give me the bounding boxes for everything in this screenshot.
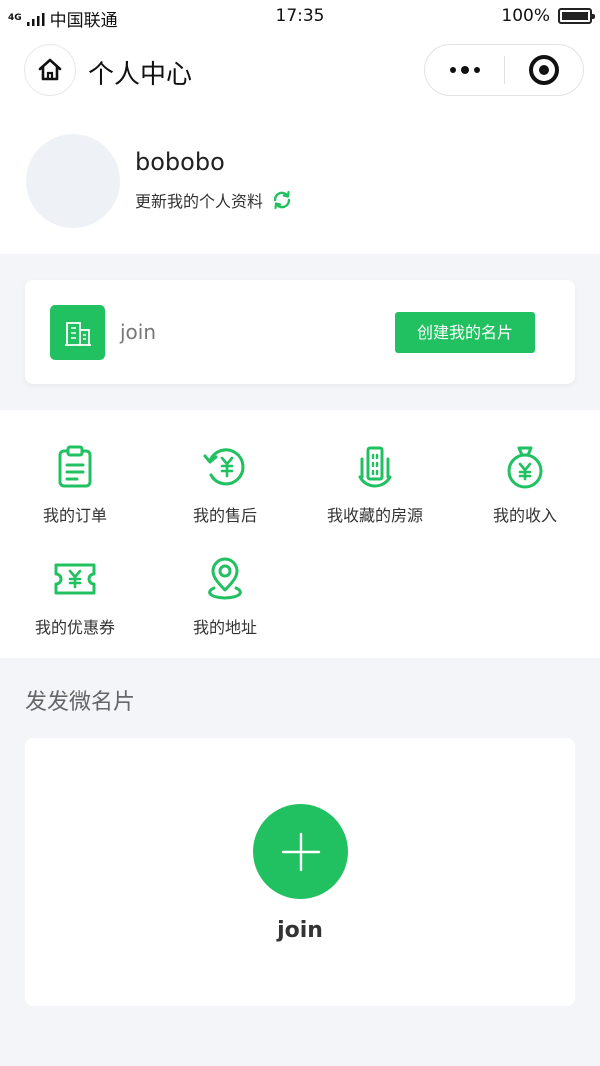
menu-item-income[interactable]: 我的收入 bbox=[450, 442, 600, 526]
update-profile-link[interactable]: 更新我的个人资料 bbox=[135, 188, 293, 212]
menu-item-address[interactable]: 我的地址 bbox=[150, 554, 300, 638]
refresh-icon bbox=[273, 190, 291, 210]
menu-item-label: 我的收入 bbox=[492, 506, 557, 525]
page-title: 个人中心 bbox=[88, 60, 193, 90]
home-button[interactable] bbox=[24, 44, 76, 96]
section-title: 发发微名片 bbox=[25, 690, 136, 715]
join-label: join bbox=[277, 918, 323, 943]
home-icon bbox=[38, 58, 62, 81]
avatar[interactable] bbox=[26, 134, 120, 228]
menu-item-label: 我的优惠券 bbox=[34, 618, 115, 637]
buildings-icon bbox=[358, 446, 392, 488]
update-profile-label: 更新我的个人资料 bbox=[135, 192, 264, 211]
more-dots-icon-end bbox=[473, 67, 480, 73]
money-bag-icon bbox=[507, 446, 543, 489]
feature-menu: 我的订单 我的售后 我收藏的房源 我的收入 我的优惠券 我的地址 bbox=[0, 410, 600, 658]
target-close-icon bbox=[528, 55, 559, 85]
username: bobobo bbox=[135, 148, 225, 176]
add-card-button[interactable] bbox=[253, 804, 348, 899]
nav-bar: 个人中心 bbox=[0, 34, 600, 114]
menu-item-orders[interactable]: 我的订单 bbox=[0, 442, 150, 526]
refund-icon bbox=[203, 448, 245, 486]
menu-item-label: 我的地址 bbox=[192, 618, 257, 637]
location-pin-icon bbox=[208, 557, 242, 600]
clipboard-icon bbox=[58, 445, 92, 488]
battery-status: 100% bbox=[501, 6, 595, 26]
menu-item-label: 我的售后 bbox=[192, 506, 257, 525]
plus-icon bbox=[281, 832, 320, 871]
status-bar: 4G 中国联通 17:35 100% bbox=[0, 0, 600, 34]
card-name: join bbox=[120, 320, 157, 344]
building-icon bbox=[50, 305, 105, 360]
coupon-icon bbox=[54, 563, 96, 595]
menu-item-label: 我的订单 bbox=[42, 506, 107, 525]
menu-item-label: 我收藏的房源 bbox=[326, 506, 423, 525]
business-card-section: join 创建我的名片 bbox=[0, 254, 600, 410]
create-card-button[interactable]: 创建我的名片 bbox=[395, 312, 535, 353]
close-button[interactable] bbox=[505, 44, 583, 96]
profile-section: bobobo 更新我的个人资料 bbox=[0, 114, 600, 254]
join-card: join bbox=[25, 738, 575, 1006]
business-card[interactable]: join 创建我的名片 bbox=[25, 280, 575, 384]
menu-item-favorite-listings[interactable]: 我收藏的房源 bbox=[300, 442, 450, 526]
more-button[interactable] bbox=[425, 44, 504, 96]
mini-program-capsule bbox=[424, 44, 584, 96]
more-dots-icon bbox=[449, 67, 456, 73]
battery-icon bbox=[558, 8, 595, 24]
menu-item-coupons[interactable]: 我的优惠券 bbox=[0, 554, 150, 638]
battery-percent: 100% bbox=[501, 6, 550, 26]
more-dots-icon-center bbox=[460, 66, 469, 74]
menu-item-after-sales[interactable]: 我的售后 bbox=[150, 442, 300, 526]
